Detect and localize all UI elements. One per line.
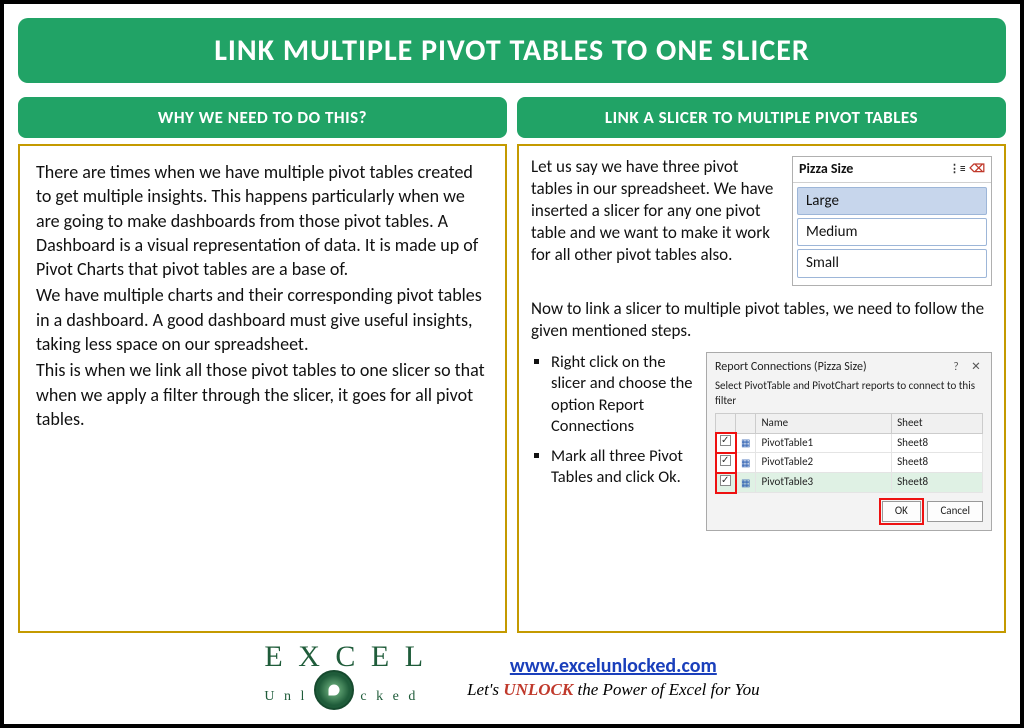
logo-o-icon — [314, 670, 354, 710]
slicer-item-medium[interactable]: Medium — [797, 218, 987, 246]
tag-unlock: UNLOCK — [503, 680, 573, 699]
checkbox-icon[interactable] — [720, 455, 731, 466]
steps-list: Right click on the slicer and choose the… — [531, 352, 696, 531]
right-header: LINK A SLICER TO MULTIPLE PIVOT TABLES — [517, 97, 1006, 138]
left-paragraph-3: This is when we link all those pivot tab… — [36, 358, 489, 431]
slicer-item-large[interactable]: Large — [797, 187, 987, 215]
left-body: There are times when we have multiple pi… — [18, 144, 507, 633]
slicer-title: Pizza Size — [799, 160, 945, 179]
row-sheet: Sheet8 — [892, 433, 983, 453]
col-name: Name — [756, 413, 892, 433]
footer-link[interactable]: www.excelunlocked.com — [510, 654, 717, 678]
mid-text: Now to link a slicer to multiple pivot t… — [531, 298, 992, 342]
intro-text: Let us say we have three pivot tables in… — [531, 156, 782, 286]
logo: E X C E L U n l c k e d — [264, 643, 427, 710]
right-column: LINK A SLICER TO MULTIPLE PIVOT TABLES L… — [517, 97, 1006, 633]
close-icon[interactable]: ✕ — [969, 360, 983, 374]
pivot-icon: ▦ — [736, 453, 756, 473]
intro-row: Let us say we have three pivot tables in… — [531, 156, 992, 286]
pivot-icon: ▦ — [736, 433, 756, 453]
dialog-titlebar: Report Connections (Pizza Size) ? ✕ — [715, 359, 983, 375]
table-row[interactable]: ▦ PivotTable3 Sheet8 — [716, 473, 983, 493]
checkbox-icon[interactable] — [720, 475, 731, 486]
logo-text-block: E X C E L U n l c k e d — [264, 643, 427, 710]
table-header-row: Name Sheet — [716, 413, 983, 433]
slicer-list: Large Medium Small — [793, 183, 991, 285]
page-title: LINK MULTIPLE PIVOT TABLES TO ONE SLICER — [18, 18, 1006, 83]
row-name: PivotTable3 — [756, 473, 892, 493]
slicer-widget: Pizza Size ⋮≡ ⌫ Large Medium Small — [792, 156, 992, 286]
table-row[interactable]: ▦ PivotTable1 Sheet8 — [716, 433, 983, 453]
pivot-icon: ▦ — [736, 473, 756, 493]
bottom-row: Right click on the slicer and choose the… — [531, 352, 992, 531]
clear-filter-icon[interactable]: ⌫ — [969, 162, 985, 177]
ok-button[interactable]: OK — [882, 501, 921, 522]
row-name: PivotTable1 — [756, 433, 892, 453]
dialog-title: Report Connections (Pizza Size) — [715, 359, 949, 375]
report-connections-dialog: Report Connections (Pizza Size) ? ✕ Sele… — [706, 352, 992, 531]
row-name: PivotTable2 — [756, 453, 892, 473]
slicer-header: Pizza Size ⋮≡ ⌫ — [793, 157, 991, 183]
cancel-button[interactable]: Cancel — [927, 501, 983, 522]
footer-tagline: Let's UNLOCK the Power of Excel for You — [467, 680, 760, 700]
step-2: Mark all three Pivot Tables and click Ok… — [551, 446, 696, 489]
dialog-buttons: OK Cancel — [715, 501, 983, 522]
footer: E X C E L U n l c k e d www.excelunlocke… — [18, 633, 1006, 710]
left-paragraph-1: There are times when we have multiple pi… — [36, 160, 489, 281]
help-icon[interactable]: ? — [949, 360, 963, 374]
tag-post: the Power of Excel for You — [573, 680, 759, 699]
columns: WHY WE NEED TO DO THIS? There are times … — [18, 97, 1006, 633]
multiselect-icon[interactable]: ⋮≡ — [949, 162, 965, 177]
checkbox-icon[interactable] — [720, 435, 731, 446]
left-paragraph-2: We have multiple charts and their corres… — [36, 283, 489, 356]
right-body: Let us say we have three pivot tables in… — [517, 144, 1006, 633]
row-sheet: Sheet8 — [892, 473, 983, 493]
connections-table: Name Sheet ▦ PivotTable1 Sheet8 ▦ — [715, 413, 983, 493]
col-sheet: Sheet — [892, 413, 983, 433]
footer-text: www.excelunlocked.com Let's UNLOCK the P… — [467, 654, 760, 700]
slicer-item-small[interactable]: Small — [797, 249, 987, 277]
row-sheet: Sheet8 — [892, 453, 983, 473]
left-column: WHY WE NEED TO DO THIS? There are times … — [18, 97, 507, 633]
step-1: Right click on the slicer and choose the… — [551, 352, 696, 438]
logo-sub: U n l c k e d — [264, 670, 427, 710]
left-header: WHY WE NEED TO DO THIS? — [18, 97, 507, 138]
tag-pre: Let's — [467, 680, 503, 699]
table-row[interactable]: ▦ PivotTable2 Sheet8 — [716, 453, 983, 473]
dialog-subtitle: Select PivotTable and PivotChart reports… — [715, 379, 983, 409]
logo-top: E X C E L — [264, 643, 427, 670]
